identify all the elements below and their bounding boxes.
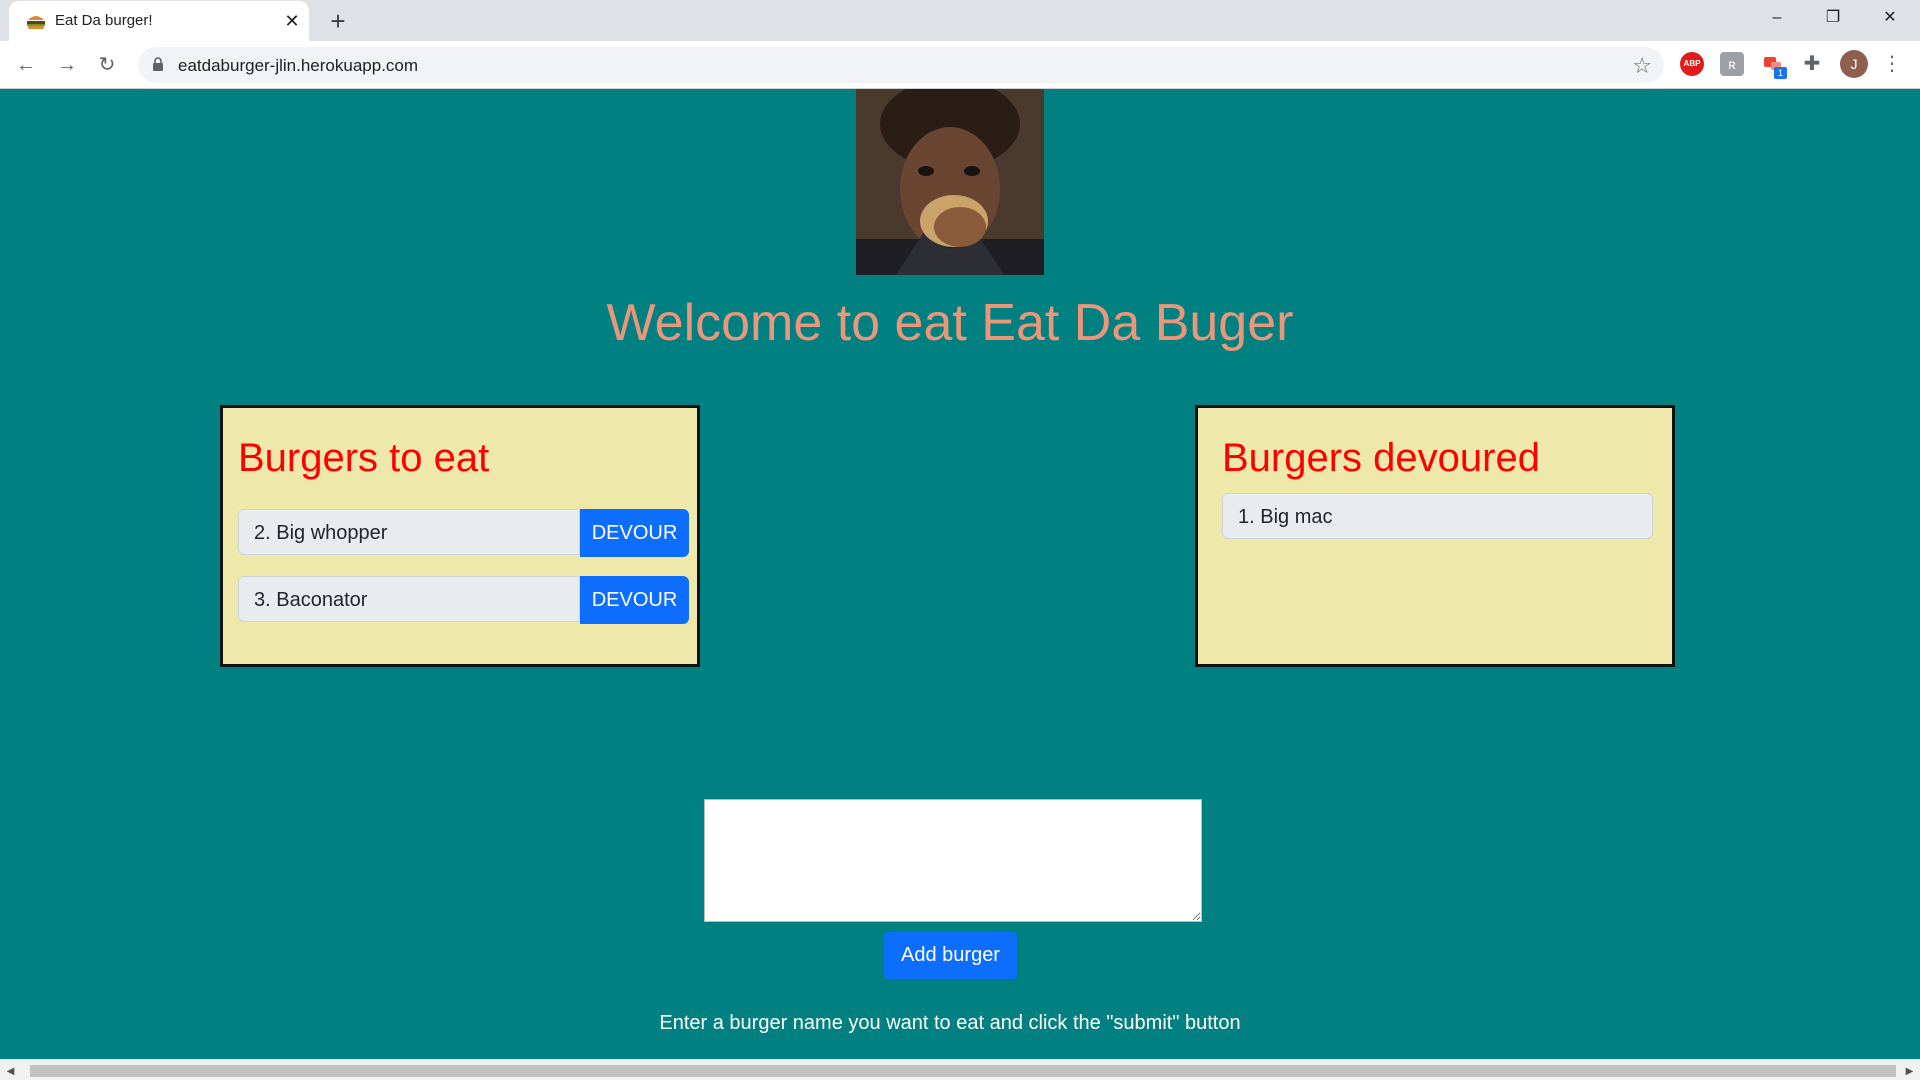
tab-close-icon[interactable]: ✕ <box>280 9 304 33</box>
close-window-icon[interactable]: ✕ <box>1862 0 1918 36</box>
minimize-icon[interactable]: – <box>1749 0 1805 36</box>
devoured-list-item: 1. Big mac <box>1222 493 1653 539</box>
address-bar[interactable]: eatdaburger-jlin.herokuapp.com ☆ <box>138 47 1664 83</box>
burger-favicon-icon <box>27 16 45 29</box>
tab-title: Eat Da burger! <box>55 12 153 29</box>
devour-button[interactable]: DEVOUR <box>580 509 689 557</box>
burger-name: 2. Big whopper <box>238 509 580 555</box>
reload-icon[interactable]: ↻ <box>93 51 121 79</box>
scrollbar-thumb[interactable] <box>30 1065 1896 1077</box>
page-title: Welcome to eat Eat Da Buger <box>606 294 1294 352</box>
new-tab-button[interactable]: + <box>323 6 353 36</box>
extension-icon[interactable]: ʀ <box>1720 52 1744 76</box>
browser-toolbar: ← → ↻ eatdaburger-jlin.herokuapp.com ☆ A… <box>0 41 1920 89</box>
instructions-text: Enter a burger name you want to eat and … <box>659 1012 1241 1034</box>
page-content: Welcome to eat Eat Da Buger Burgers to e… <box>0 89 1920 1059</box>
burgers-to-eat-panel: Burgers to eat 2. Big whopper DEVOUR 3. … <box>220 405 700 667</box>
puzzle-icon[interactable]: ✚ <box>1800 52 1824 76</box>
scroll-left-icon[interactable]: ◀ <box>2 1063 19 1080</box>
extension-badge: 1 <box>1774 67 1787 79</box>
add-burger-button[interactable]: Add burger <box>884 932 1017 979</box>
back-icon[interactable]: ← <box>12 51 40 79</box>
browser-tab[interactable]: Eat Da burger! ✕ <box>9 1 309 41</box>
restore-icon[interactable]: ❐ <box>1805 0 1861 36</box>
avatar[interactable]: J <box>1840 50 1868 78</box>
tab-strip: Eat Da burger! ✕ + – ❐ ✕ <box>0 0 1920 41</box>
burger-name-input[interactable] <box>704 799 1202 922</box>
hero-photo <box>856 89 1044 275</box>
horizontal-scrollbar[interactable]: ◀ ▶ <box>0 1059 1920 1080</box>
menu-icon[interactable]: ⋮ <box>1880 49 1904 79</box>
devour-button[interactable]: DEVOUR <box>580 576 689 624</box>
to-eat-heading: Burgers to eat <box>238 436 490 480</box>
url-text: eatdaburger-jlin.herokuapp.com <box>178 56 419 75</box>
bookmark-star-icon[interactable]: ☆ <box>1632 53 1652 79</box>
burger-name: 3. Baconator <box>238 576 580 622</box>
burgers-devoured-panel: Burgers devoured 1. Big mac <box>1195 405 1675 667</box>
devoured-heading: Burgers devoured <box>1222 436 1540 480</box>
forward-icon[interactable]: → <box>53 51 81 79</box>
scroll-right-icon[interactable]: ▶ <box>1901 1063 1918 1080</box>
adblock-icon[interactable]: ABP <box>1680 52 1704 76</box>
list-item: 3. Baconator DEVOUR <box>238 576 689 624</box>
list-item: 2. Big whopper DEVOUR <box>238 509 689 557</box>
lock-icon <box>153 57 163 71</box>
